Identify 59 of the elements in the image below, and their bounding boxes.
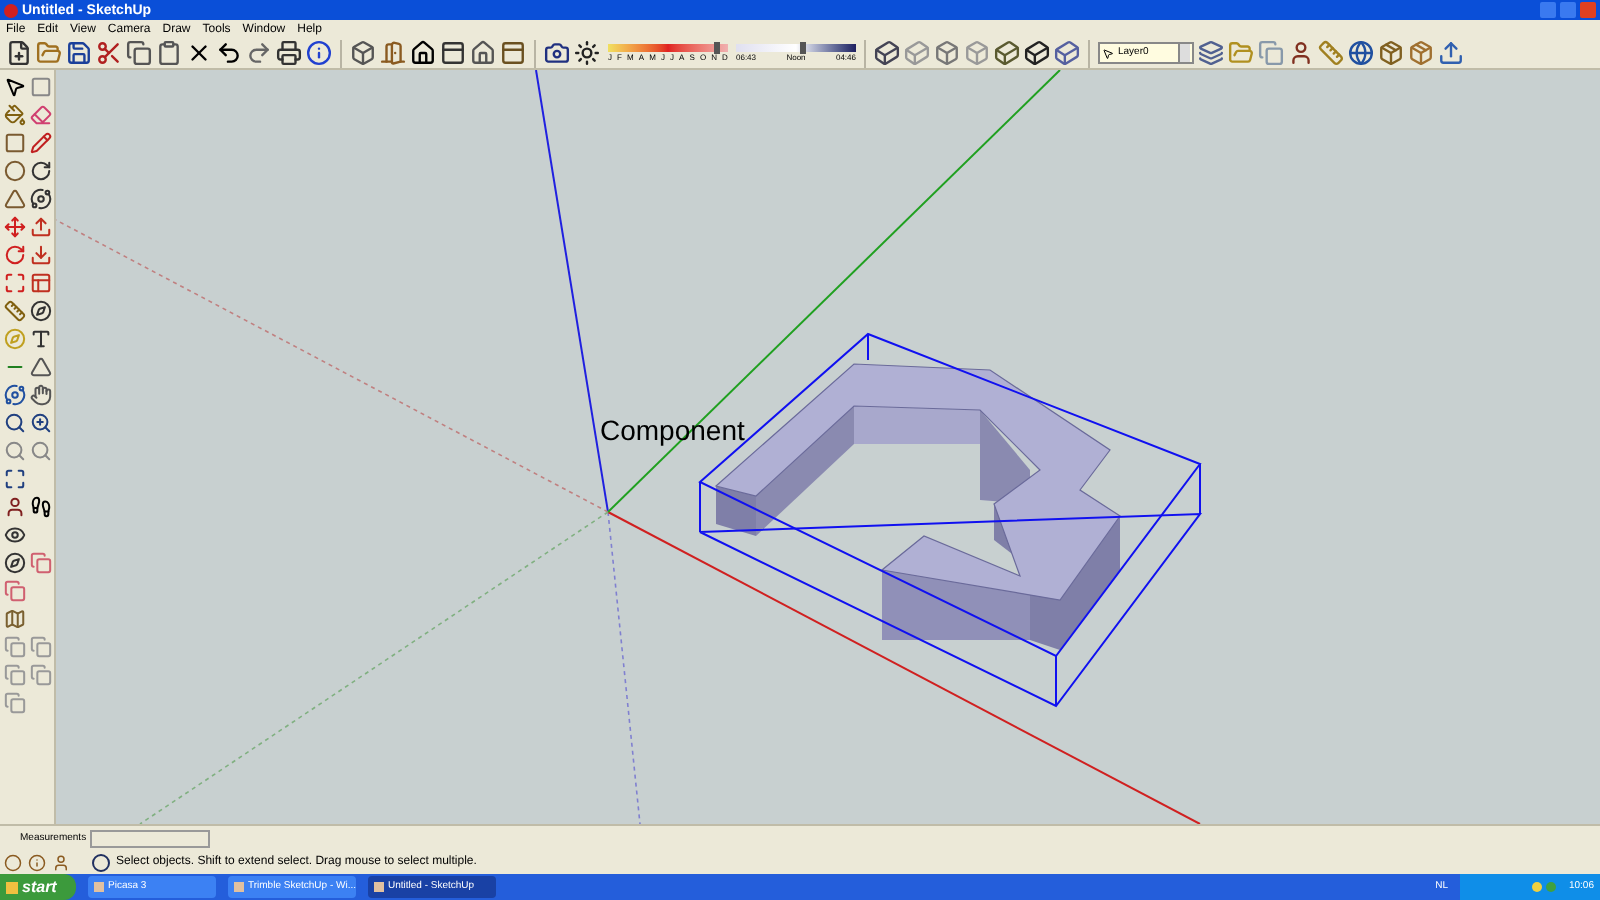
hand-icon[interactable] xyxy=(30,384,52,406)
start-button[interactable]: start xyxy=(0,874,76,900)
house-icon[interactable] xyxy=(410,40,436,66)
user-icon[interactable] xyxy=(52,853,70,871)
info-icon[interactable] xyxy=(28,853,46,871)
pencil-icon[interactable] xyxy=(30,132,52,154)
new-file-icon[interactable] xyxy=(6,40,32,66)
spiral-icon[interactable] xyxy=(30,188,52,210)
cube-icon[interactable] xyxy=(874,40,900,66)
measurements-field[interactable] xyxy=(90,829,211,847)
paint-bucket-icon[interactable] xyxy=(4,104,26,126)
printer-icon[interactable] xyxy=(276,40,302,66)
orbit-icon[interactable] xyxy=(4,384,26,406)
ruler-icon[interactable] xyxy=(1318,40,1344,66)
time-slider[interactable] xyxy=(736,43,856,51)
figure-icon[interactable] xyxy=(4,496,26,518)
move-icon[interactable] xyxy=(4,216,26,238)
camera-icon[interactable] xyxy=(544,40,570,66)
clipboard-icon[interactable] xyxy=(156,40,182,66)
eye-icon[interactable] xyxy=(4,524,26,546)
save-icon[interactable] xyxy=(66,40,92,66)
layers-icon[interactable] xyxy=(1198,40,1224,66)
pointer-icon xyxy=(1102,47,1114,59)
redo-icon[interactable] xyxy=(246,40,272,66)
triangle-icon[interactable] xyxy=(4,188,26,210)
package-icon[interactable] xyxy=(1408,40,1434,66)
info-icon[interactable] xyxy=(306,40,332,66)
close-icon[interactable] xyxy=(186,40,212,66)
footprints-icon[interactable] xyxy=(30,496,52,518)
panel-icon[interactable] xyxy=(440,40,466,66)
zoom-icon[interactable] xyxy=(4,412,26,434)
text-icon[interactable] xyxy=(30,328,52,350)
window-icon[interactable] xyxy=(500,40,526,66)
figure-icon[interactable] xyxy=(1288,40,1314,66)
undo-icon[interactable] xyxy=(216,40,242,66)
sun-icon[interactable] xyxy=(574,40,600,66)
map-icon[interactable] xyxy=(4,608,26,630)
app-icon xyxy=(4,3,18,17)
circle-icon[interactable] xyxy=(4,160,26,182)
folder-icon[interactable] xyxy=(36,40,62,66)
box-icon[interactable] xyxy=(350,40,376,66)
house-outline-icon[interactable] xyxy=(470,40,496,66)
pointer-icon[interactable] xyxy=(4,76,26,98)
door-icon[interactable] xyxy=(380,40,406,66)
date-slider[interactable] xyxy=(608,43,728,51)
caret-icon xyxy=(1178,44,1190,62)
cube-icon[interactable] xyxy=(994,40,1020,66)
eraser-icon[interactable] xyxy=(30,104,52,126)
box-icon[interactable] xyxy=(934,40,960,66)
cube-icon[interactable] xyxy=(1024,40,1050,66)
package-icon[interactable] xyxy=(1378,40,1404,66)
zoom-window-icon[interactable] xyxy=(30,412,52,434)
copy-icon[interactable] xyxy=(126,40,152,66)
globe-icon[interactable] xyxy=(1348,40,1374,66)
circle-icon[interactable] xyxy=(4,853,22,871)
rotate-icon[interactable] xyxy=(4,244,26,266)
scissors-icon[interactable] xyxy=(96,40,122,66)
upload-icon[interactable] xyxy=(1438,40,1464,66)
rectangle-icon[interactable] xyxy=(4,132,26,154)
